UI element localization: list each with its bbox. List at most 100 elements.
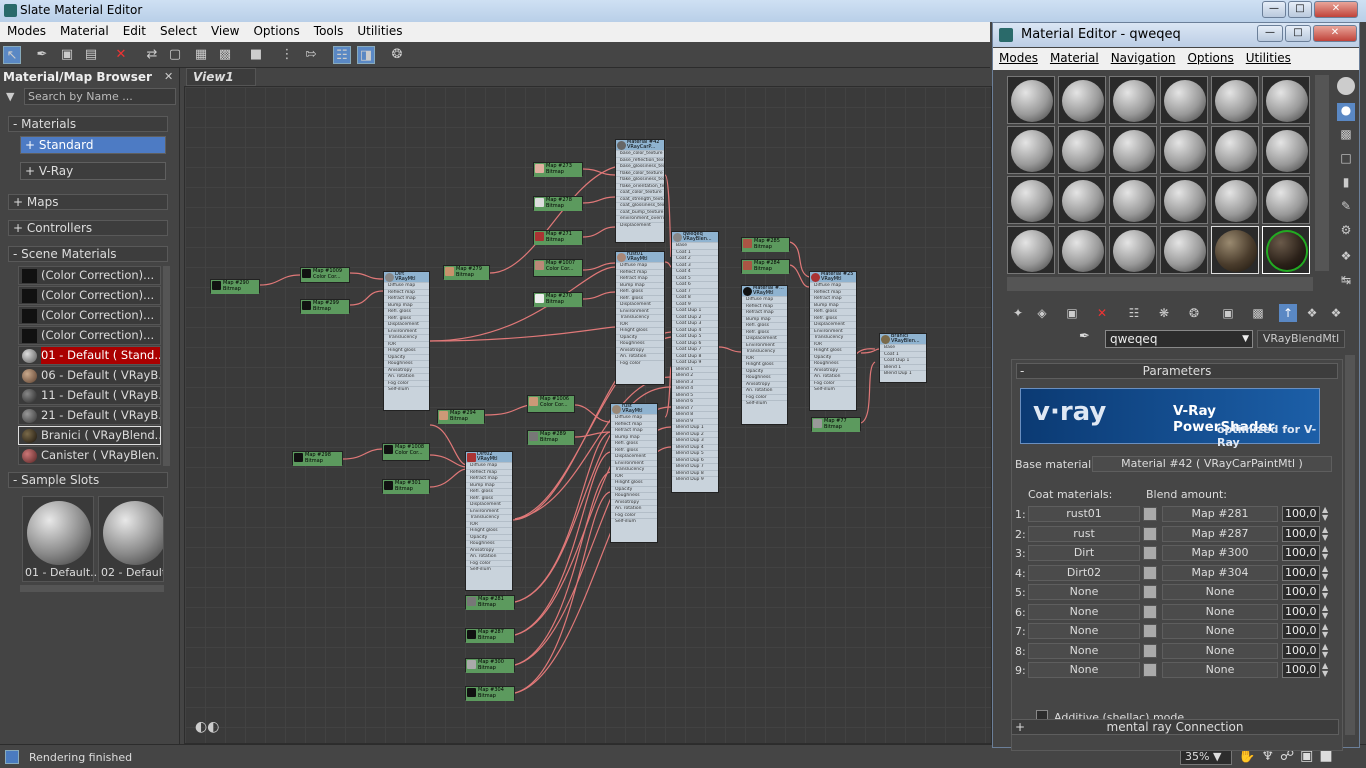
coat-enable-checkbox[interactable]	[1143, 643, 1157, 658]
coat-enable-checkbox[interactable]	[1143, 565, 1157, 580]
blend-amount-spinner[interactable]: 100,0	[1282, 642, 1320, 659]
menu-tools[interactable]: Tools	[307, 22, 351, 40]
close-button[interactable]: ✕	[1314, 1, 1358, 18]
sample-slot[interactable]	[1058, 76, 1106, 124]
sample-slot[interactable]	[1058, 126, 1106, 174]
coat-enable-checkbox[interactable]	[1143, 507, 1157, 521]
spinner-arrows-icon[interactable]: ▲ ▼	[1322, 584, 1328, 600]
scene-material-item[interactable]: (Color Correction)...	[18, 286, 161, 305]
coat-material-button[interactable]: rust	[1028, 525, 1140, 542]
material-id-channel-icon[interactable]: ❂	[1185, 304, 1203, 322]
map-node[interactable]: Map #271 Bitmap	[533, 230, 583, 245]
make-preview-icon[interactable]: ✎	[1337, 199, 1355, 217]
sample-slot[interactable]	[1007, 126, 1055, 174]
coat-enable-checkbox[interactable]	[1143, 624, 1157, 638]
reset-map-icon[interactable]: ▤	[82, 46, 100, 64]
map-node[interactable]: Map #290 Bitmap	[210, 279, 260, 294]
blend-amount-spinner[interactable]: 100,0	[1282, 545, 1320, 561]
map-node[interactable]: Map #279 Bitmap	[443, 265, 490, 280]
map-node[interactable]: Map #300 Bitmap	[465, 658, 515, 673]
menu-view[interactable]: View	[204, 22, 246, 40]
sample-slot[interactable]	[1262, 126, 1310, 174]
group-controllers[interactable]: + Controllers	[8, 220, 168, 236]
sample-slot[interactable]: 02 - Default	[98, 496, 164, 582]
blend-amount-spinner[interactable]: 100,0	[1282, 662, 1320, 678]
map-node[interactable]: Map #270 Bitmap	[533, 292, 583, 307]
scene-material-item[interactable]: 01 - Default ( Stand...	[18, 346, 161, 365]
background-checker-icon[interactable]: ▩	[1337, 127, 1355, 145]
map-node[interactable]: Map #287 Bitmap	[465, 628, 515, 643]
align-nodes-icon[interactable]: ⇰	[302, 46, 320, 64]
coat-material-button[interactable]: None	[1028, 603, 1140, 620]
minimize-button[interactable]: —	[1262, 1, 1286, 18]
material-name-field[interactable]: qweqeq ▼	[1105, 330, 1253, 348]
go-to-parent-icon[interactable]: ↑	[1279, 304, 1297, 322]
group-maps[interactable]: + Maps	[8, 194, 168, 210]
sample-slot[interactable]	[1160, 76, 1208, 124]
maximize-button[interactable]: □	[1288, 1, 1312, 18]
scene-scrollbar[interactable]	[163, 266, 170, 466]
spinner-arrows-icon[interactable]: ▲ ▼	[1322, 642, 1328, 659]
sample-slot[interactable]	[1058, 226, 1106, 274]
blend-map-button[interactable]: None	[1162, 603, 1278, 620]
coat-material-button[interactable]: None	[1028, 584, 1140, 600]
sample-slot[interactable]	[1211, 176, 1259, 224]
browser-close-icon[interactable]: ✕	[164, 70, 173, 83]
map-node[interactable]: Map #281 Bitmap	[465, 595, 515, 610]
map-node[interactable]: Map #273 Bitmap	[533, 162, 583, 177]
map-node[interactable]: Map #285 Bitmap	[741, 237, 790, 252]
material-node-vraymtl-2[interactable]: Material #25 VRayMtl Diffuse map Reflect ma…	[809, 271, 857, 411]
menu-material[interactable]: Material	[53, 22, 116, 40]
browser-options-icon[interactable]: ▼	[6, 90, 14, 103]
blend-amount-spinner[interactable]: 100,0	[1282, 603, 1320, 620]
node-view-canvas[interactable]: Map #290 Bitmap Map #1009 Color Cor... Map…	[184, 86, 992, 744]
blend-map-button[interactable]: Map #304	[1162, 564, 1278, 581]
assign-material-icon[interactable]: ▣	[58, 46, 76, 64]
sample-slot[interactable]	[1058, 176, 1106, 224]
sample-slot[interactable]	[1109, 126, 1157, 174]
sample-slot-selected[interactable]	[1211, 226, 1259, 274]
go-forward-to-sibling-icon[interactable]: ❖	[1303, 304, 1321, 322]
sample-slot[interactable]	[1262, 76, 1310, 124]
material-node-rust01[interactable]: rust01 VRayMtl Diffuse map Reflect map Refra…	[615, 251, 665, 385]
coat-enable-checkbox[interactable]	[1143, 546, 1157, 560]
medit-menu-options[interactable]: Options	[1181, 48, 1239, 68]
coat-material-button[interactable]: None	[1028, 642, 1140, 659]
spinner-arrows-icon[interactable]: ▲ ▼	[1322, 662, 1328, 678]
blend-map-button[interactable]: None	[1162, 662, 1278, 678]
move-children-icon[interactable]: ⇄	[143, 46, 161, 64]
menu-select[interactable]: Select	[153, 22, 204, 40]
spinner-arrows-icon[interactable]: ▲ ▼	[1322, 545, 1328, 561]
sample-slot[interactable]	[1109, 76, 1157, 124]
menu-utilities[interactable]: Utilities	[350, 22, 409, 40]
map-node[interactable]: Map #299 Bitmap	[300, 299, 350, 314]
backlight-icon[interactable]: ●	[1337, 103, 1355, 121]
scene-material-item[interactable]: (Color Correction)...	[18, 326, 161, 345]
sample-slot[interactable]	[1211, 126, 1259, 174]
sample-slot-active[interactable]	[1262, 226, 1310, 274]
map-node[interactable]: Map #1009 Color Cor...	[300, 267, 350, 283]
medit-minimize-button[interactable]: —	[1257, 25, 1283, 42]
sample-slot[interactable]	[1109, 226, 1157, 274]
pick-material-eyedropper-icon[interactable]: ✒	[1079, 329, 1090, 344]
reset-map-icon[interactable]: ✕	[1093, 304, 1111, 322]
assign-to-selection-icon[interactable]: ▣	[1063, 304, 1081, 322]
show-map-icon[interactable]: ▦	[192, 46, 210, 64]
sample-slot[interactable]	[1109, 176, 1157, 224]
blend-map-button[interactable]: Map #287	[1162, 525, 1278, 542]
spinner-arrows-icon[interactable]: ▲ ▼	[1322, 506, 1328, 522]
sample-type-icon[interactable]	[1337, 77, 1355, 95]
put-to-scene-icon[interactable]: ◈	[1033, 304, 1051, 322]
medit-menu-utilities[interactable]: Utilities	[1240, 48, 1297, 68]
material-map-settings-icon[interactable]: ❂	[388, 46, 406, 64]
sample-slot[interactable]	[1007, 76, 1055, 124]
pick-material-icon[interactable]: ❖	[1327, 304, 1345, 322]
sample-slot[interactable]: 01 - Default...	[22, 496, 101, 582]
blend-amount-spinner[interactable]: 100,0	[1282, 506, 1320, 522]
parameters-header[interactable]: - Parameters	[1016, 363, 1338, 379]
checker-background-icon[interactable]: ▩	[216, 46, 234, 64]
group-vray[interactable]: + V-Ray	[20, 162, 166, 180]
group-scene-materials[interactable]: - Scene Materials	[8, 246, 168, 262]
material-node-dirt[interactable]: Dirt VRayMtl Diffuse map Reflect map Refract…	[383, 271, 430, 411]
slots-scrollbar[interactable]	[20, 585, 164, 592]
